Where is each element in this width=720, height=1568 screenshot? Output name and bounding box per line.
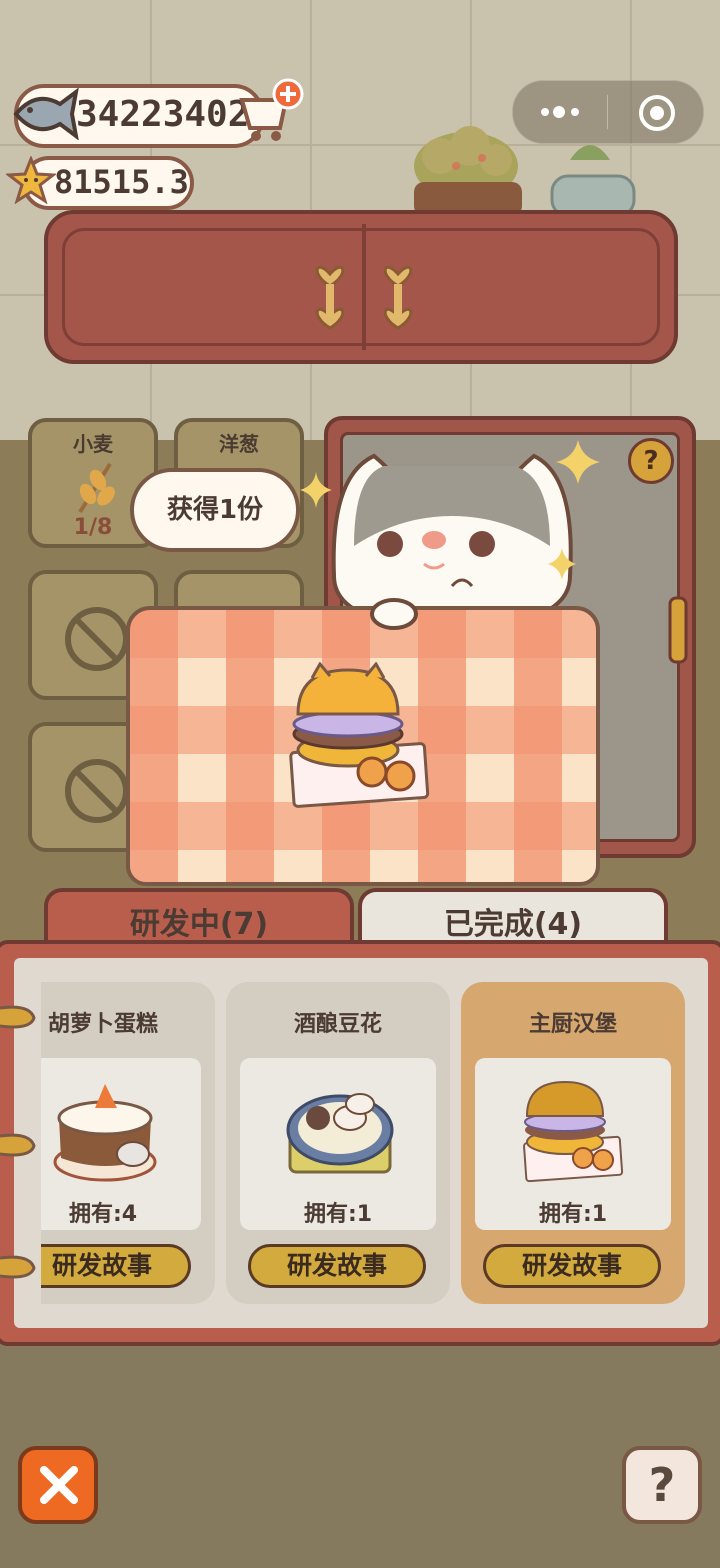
tofu-pudding-image [286,1093,394,1174]
recipe-card-tofu-pudding[interactable]: 酒酿豆花 拥有:1 研发故事 [226,982,450,1304]
star-icon [6,156,56,204]
ingredient-label: 小麦 [73,432,113,456]
recipe-title: 酒酿豆花 [293,1012,382,1037]
dev-story-button[interactable]: 研发故事 [483,1244,661,1288]
dev-story-button[interactable]: 研发故事 [41,1244,191,1288]
top-cabinet [44,210,678,364]
fish-icon [13,87,79,140]
side-decoration [0,1005,36,1279]
shop-cart-icon[interactable] [236,78,308,148]
heart-handles-icon [315,265,413,330]
floor [0,1340,720,1568]
recipe-title: 主厨汉堡 [528,1012,617,1037]
locked-icon [65,607,129,671]
recipe-card-chef-burger[interactable]: 主厨汉堡 拥有:1 研发故事 [461,982,685,1304]
dev-story-button[interactable]: 研发故事 [248,1244,426,1288]
wheat-icon [78,462,115,514]
sparkle-icon [556,440,600,484]
recipe-list[interactable]: 胡萝卜蛋糕 拥有:4 研发故事 酒酿豆花 拥有:1 研发故事 主厨汉堡 拥有:1… [41,982,701,1312]
recipe-owned: 拥有:4 [68,1202,138,1227]
machine-help-button[interactable]: ? [628,438,674,484]
carrot-cake-image [53,1084,157,1182]
recipe-owned: 拥有:1 [303,1202,373,1227]
recipe-owned: 拥有:1 [538,1202,608,1227]
locked-icon [65,759,129,823]
close-button[interactable] [18,1446,98,1524]
miniapp-capsule [512,80,704,144]
sparkle-icon [300,472,332,508]
ingredient-label: 洋葱 [219,432,259,456]
help-button[interactable]: ? [622,1446,702,1524]
close-icon [40,1466,78,1504]
cat-paw-icon [370,598,418,630]
more-icon[interactable] [539,99,583,125]
star-amount: 81515.3 [54,163,189,201]
chef-burger-image [523,1080,624,1183]
recipe-title: 胡萝卜蛋糕 [47,1012,158,1037]
fish-amount: 34223402 [76,94,250,135]
recipe-card-carrot-cake[interactable]: 胡萝卜蛋糕 拥有:4 研发故事 [41,982,215,1304]
chef-burger-image [289,662,430,808]
capsule-divider [607,95,608,129]
speech-bubble: 获得1份 [130,468,300,552]
sparkle-icon [548,548,576,580]
close-miniapp-icon[interactable] [637,93,677,133]
door-handle-icon [668,596,688,664]
